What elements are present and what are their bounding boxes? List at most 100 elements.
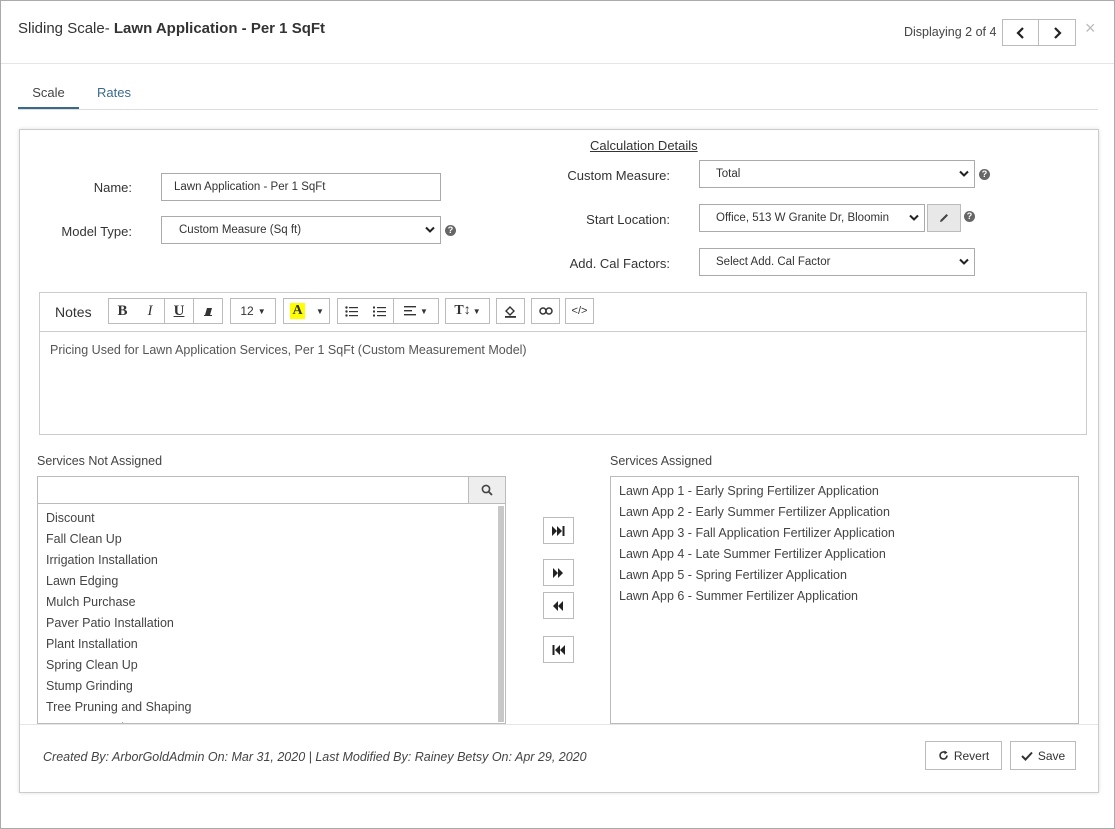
chevron-down-icon — [959, 170, 969, 177]
numbered-list-button[interactable] — [365, 298, 394, 324]
save-button[interactable]: Save — [1010, 741, 1076, 770]
notes-toolbar: Notes B I U 12 ▼ A ▼ ▼ T↕ ▼ </> — [40, 293, 1086, 332]
insert-link-button[interactable] — [531, 298, 560, 324]
model-type-label: Model Type: — [61, 224, 132, 239]
chevron-left-icon — [1015, 26, 1024, 39]
name-label: Name: — [93, 180, 132, 195]
custom-measure-help-icon[interactable]: ? — [979, 169, 990, 180]
notes-label: Notes — [55, 304, 92, 320]
list-item[interactable]: Tree Pruning and Shaping — [38, 697, 505, 718]
custom-measure-select[interactable]: Total — [699, 160, 975, 188]
unassign-selected-button[interactable] — [543, 592, 574, 619]
dialog-header: Sliding Scale- Lawn Application - Per 1 … — [1, 1, 1114, 64]
code-view-button[interactable]: </> — [565, 298, 594, 324]
add-cal-factors-select[interactable]: Select Add. Cal Factor — [699, 248, 975, 276]
check-icon — [1021, 751, 1033, 761]
refresh-icon — [939, 750, 948, 760]
bold-icon: B — [117, 302, 128, 319]
list-scrollbar[interactable] — [498, 506, 504, 722]
custom-measure-value: Total — [716, 168, 741, 180]
edit-location-button[interactable] — [927, 204, 961, 232]
list-item[interactable]: Lawn Edging — [38, 571, 505, 592]
clear-format-button[interactable] — [194, 298, 223, 324]
calculation-details-heading: Calculation Details — [590, 138, 698, 153]
chevron-down-icon — [909, 214, 919, 221]
code-icon: </> — [571, 305, 588, 317]
forward-icon — [553, 567, 563, 578]
caret-down-icon: ▼ — [316, 306, 324, 316]
pencil-icon — [940, 214, 948, 222]
list-item[interactable]: Irrigation Installation — [38, 550, 505, 571]
bullet-list-icon — [345, 305, 358, 317]
model-type-select[interactable]: Custom Measure (Sq ft) — [161, 216, 441, 244]
text-color-dropdown[interactable]: ▼ — [311, 298, 330, 324]
services-search-box — [37, 476, 506, 504]
list-item[interactable]: Lawn App 6 - Summer Fertilizer Applicati… — [611, 586, 1078, 607]
list-item[interactable]: Lawn App 1 - Early Spring Fertilizer App… — [611, 481, 1078, 502]
text-color-button[interactable]: A — [283, 298, 312, 324]
tab-rates[interactable]: Rates — [97, 85, 131, 100]
services-not-assigned-title: Services Not Assigned — [37, 454, 163, 468]
add-cal-factors-label: Add. Cal Factors: — [569, 256, 670, 271]
list-item[interactable]: Mulch Purchase — [38, 592, 505, 613]
revert-button[interactable]: Revert — [925, 741, 1002, 770]
highlight-button[interactable] — [496, 298, 525, 324]
paragraph-align-dropdown[interactable]: ▼ — [394, 298, 439, 324]
assign-all-button[interactable] — [543, 517, 574, 544]
caret-down-icon: ▼ — [472, 306, 481, 316]
model-type-help-icon[interactable]: ? — [445, 225, 456, 236]
list-item[interactable]: Paver Patio Installation — [38, 613, 505, 634]
line-height-dropdown[interactable]: T↕ ▼ — [445, 298, 490, 324]
name-input[interactable]: Lawn Application - Per 1 SqFt — [161, 173, 441, 201]
paint-bucket-icon — [505, 305, 516, 318]
close-icon[interactable]: × — [1085, 18, 1096, 39]
list-item[interactable]: Fall Clean Up — [38, 529, 505, 550]
notes-text[interactable]: Pricing Used for Lawn Application Servic… — [50, 343, 527, 357]
underline-button[interactable]: U — [165, 298, 194, 324]
list-item[interactable]: Lawn App 2 - Early Summer Fertilizer App… — [611, 502, 1078, 523]
start-location-help-icon[interactable]: ? — [964, 211, 975, 222]
start-location-select[interactable]: Office, 513 W Granite Dr, Bloomin — [699, 204, 925, 232]
save-label: Save — [1037, 748, 1066, 763]
assign-selected-button[interactable] — [543, 559, 574, 586]
list-item[interactable]: Lawn App 4 - Late Summer Fertilizer Appl… — [611, 544, 1078, 565]
notes-editor: Notes B I U 12 ▼ A ▼ ▼ T↕ ▼ </> Pricing … — [39, 292, 1087, 435]
custom-measure-label: Custom Measure: — [567, 168, 670, 183]
audit-info: Created By: ArborGoldAdmin On: Mar 31, 2… — [43, 750, 587, 764]
sliding-scale-dialog: Sliding Scale- Lawn Application - Per 1 … — [0, 0, 1115, 829]
start-location-label: Start Location: — [586, 212, 670, 227]
prev-record-button[interactable] — [1002, 19, 1039, 46]
fast-forward-end-icon — [552, 525, 565, 536]
revert-label: Revert — [953, 748, 990, 763]
list-item[interactable]: Spring Clean Up — [38, 655, 505, 676]
list-item[interactable]: Plant Installation — [38, 634, 505, 655]
services-assigned-title: Services Assigned — [610, 454, 713, 468]
font-size-dropdown[interactable]: 12 ▼ — [230, 298, 276, 324]
list-item[interactable]: Stump Grinding — [38, 676, 505, 697]
model-type-value: Custom Measure (Sq ft) — [179, 224, 302, 236]
backward-icon — [553, 600, 563, 611]
next-record-button[interactable] — [1039, 19, 1076, 46]
text-height-icon: T↕ — [454, 303, 471, 318]
chevron-down-icon — [959, 258, 969, 265]
list-item[interactable]: Discount — [38, 508, 505, 529]
italic-button[interactable]: I — [136, 298, 165, 324]
list-item[interactable]: Lawn App 5 - Spring Fertilizer Applicati… — [611, 565, 1078, 586]
caret-down-icon: ▼ — [257, 306, 266, 316]
caret-down-icon: ▼ — [420, 306, 428, 316]
start-location-value: Office, 513 W Granite Dr, Bloomin — [716, 212, 889, 224]
services-assigned-list: Lawn App 1 - Early Spring Fertilizer App… — [610, 476, 1079, 724]
services-search-input[interactable] — [38, 477, 468, 503]
bullet-list-button[interactable] — [337, 298, 366, 324]
services-not-assigned-list: Discount Fall Clean Up Irrigation Installa… — [37, 504, 506, 724]
chevron-down-icon — [425, 226, 435, 233]
tab-scale[interactable]: Scale — [18, 85, 79, 109]
search-button[interactable] — [468, 477, 505, 503]
tab-bar: Scale Rates — [18, 77, 1098, 110]
unassign-all-button[interactable] — [543, 636, 574, 663]
title-prefix: Sliding Scale- — [18, 20, 114, 37]
scale-panel: Name: Lawn Application - Per 1 SqFt Mode… — [19, 129, 1099, 793]
list-item[interactable]: Lawn App 3 - Fall Application Fertilizer… — [611, 523, 1078, 544]
title-name: Lawn Application - Per 1 SqFt — [113, 20, 326, 37]
bold-button[interactable]: B — [108, 298, 137, 324]
